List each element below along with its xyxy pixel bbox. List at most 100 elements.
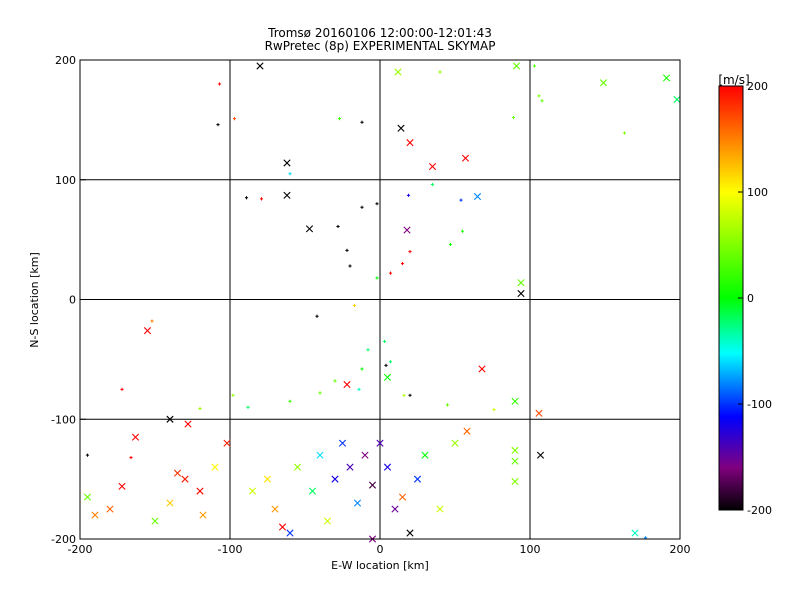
data-point-x — [421, 451, 429, 459]
data-point-plus — [231, 393, 235, 397]
data-points — [83, 62, 681, 543]
y-ticks: -200 -100 0 100 200 — [51, 54, 86, 546]
data-point-plus — [246, 405, 250, 409]
data-point-plus — [537, 94, 541, 98]
data-point-plus — [244, 196, 249, 200]
x-ticks: -200 -100 0 100 200 — [68, 533, 691, 556]
data-point-x — [283, 191, 291, 199]
data-point-plus — [438, 70, 442, 74]
data-point-x — [323, 517, 332, 525]
data-point-x — [305, 225, 314, 233]
data-point-plus — [348, 264, 352, 268]
colorbar-tick-label: 200 — [747, 80, 768, 93]
data-point-x — [662, 74, 671, 82]
y-tick-label: -200 — [51, 533, 76, 546]
data-point-plus — [333, 379, 337, 383]
data-point-x — [511, 397, 519, 405]
data-point-plus — [406, 193, 411, 197]
data-point-x — [286, 529, 294, 537]
data-point-plus — [318, 391, 322, 395]
data-point-plus — [360, 205, 364, 209]
data-point-x — [383, 373, 392, 381]
data-point-plus — [217, 82, 222, 86]
data-point-plus — [337, 117, 342, 121]
data-point-x — [293, 463, 302, 471]
data-point-x — [361, 451, 369, 459]
data-point-x — [271, 505, 279, 513]
data-point-x — [181, 475, 189, 483]
data-point-x — [391, 505, 399, 513]
data-point-plus — [129, 455, 133, 460]
data-point-plus — [540, 99, 544, 103]
data-point-x — [283, 159, 291, 167]
x-tick-label: 200 — [670, 543, 691, 556]
data-point-x — [343, 380, 351, 389]
data-point-x — [517, 279, 525, 287]
data-point-x — [511, 457, 519, 465]
data-point-x — [248, 487, 257, 495]
data-point-x — [223, 439, 231, 447]
x-tick-label: -100 — [218, 543, 243, 556]
x-axis-label: E-W location [km] — [331, 559, 429, 572]
data-point-x — [199, 511, 207, 519]
data-point-x — [184, 420, 192, 428]
data-point-plus — [357, 387, 361, 391]
data-point-x — [403, 226, 411, 234]
data-point-x — [106, 505, 114, 513]
data-point-plus — [120, 387, 124, 391]
y-axis-label: N-S location [km] — [28, 252, 41, 348]
data-point-plus — [345, 248, 349, 253]
colorbar-tick-label: -100 — [747, 398, 772, 411]
data-point-plus — [511, 115, 516, 120]
data-point-plus — [366, 348, 370, 352]
colorbar-tick-label: 0 — [747, 292, 754, 305]
data-point-x — [196, 487, 204, 495]
data-point-x — [517, 289, 525, 298]
data-point-plus — [382, 339, 387, 344]
data-point-x — [397, 124, 405, 132]
grid — [80, 60, 680, 539]
data-point-plus — [288, 172, 292, 176]
data-point-plus — [622, 131, 627, 135]
data-point-x — [338, 439, 347, 447]
data-point-plus — [360, 120, 364, 124]
colorbar-tick-label: -200 — [747, 504, 772, 517]
data-point-x — [353, 499, 362, 507]
data-point-x — [166, 499, 174, 507]
data-point-plus — [216, 123, 220, 127]
data-point-x — [436, 505, 444, 513]
data-point-plus — [288, 399, 292, 403]
data-point-x — [211, 463, 219, 471]
data-point-plus — [150, 319, 154, 323]
data-point-x — [143, 327, 152, 335]
data-point-plus — [459, 198, 463, 202]
data-point-x — [316, 451, 324, 459]
data-point-x — [673, 95, 681, 104]
data-point-x — [151, 517, 159, 525]
data-point-plus — [375, 276, 379, 280]
data-point-plus — [384, 363, 388, 367]
colorbar-tick-label: 100 — [747, 186, 768, 199]
data-point-plus — [445, 403, 450, 407]
data-point-plus — [532, 64, 537, 68]
data-point-plus — [448, 242, 453, 247]
data-point-plus — [315, 314, 319, 318]
y-tick-label: -100 — [51, 413, 76, 426]
data-point-x — [278, 523, 287, 531]
data-point-x — [535, 409, 543, 417]
data-point-x — [406, 139, 414, 147]
data-point-x — [463, 427, 471, 435]
data-point-plus — [85, 453, 90, 457]
data-point-plus — [259, 197, 264, 201]
x-tick-label: 0 — [377, 543, 384, 556]
data-point-x — [263, 475, 272, 483]
data-point-plus — [360, 367, 364, 371]
data-point-x — [478, 365, 486, 373]
data-point-x — [368, 481, 377, 489]
data-point-x — [473, 192, 482, 201]
data-point-x — [511, 446, 519, 454]
data-point-x — [256, 62, 264, 70]
data-point-plus — [375, 202, 379, 206]
data-point-x — [406, 529, 414, 537]
data-point-plus — [492, 408, 496, 412]
